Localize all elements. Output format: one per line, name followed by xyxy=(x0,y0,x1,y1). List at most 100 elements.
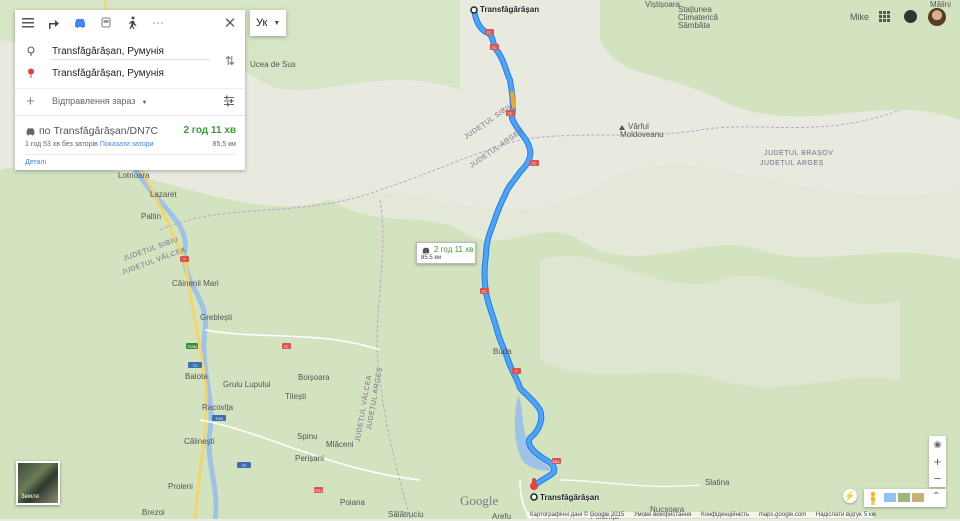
destination-marker-icon xyxy=(28,68,34,78)
route-details-link[interactable]: Деталі xyxy=(25,159,46,166)
place-label: Lotrioara xyxy=(118,171,150,180)
place-label: Vârful xyxy=(628,122,649,131)
user-name[interactable]: Mike xyxy=(850,12,869,22)
place-label: Spinu xyxy=(297,432,318,441)
county-label: JUDEȚUL ARGEȘ xyxy=(760,160,824,167)
imagery-thumbnail[interactable] xyxy=(898,493,910,502)
map-scale: 5 км xyxy=(864,512,876,518)
road-shield-label: 7C xyxy=(283,344,288,349)
origin-row[interactable]: Transfăgărășan, Румунія xyxy=(15,40,245,62)
imagery-thumbnail[interactable] xyxy=(912,493,924,502)
walk-icon xyxy=(129,16,137,29)
attribution: Картографічні дані © Google 2015 xyxy=(530,512,625,518)
place-label: Viștișoara xyxy=(645,0,680,9)
route-name-text: по Transfăgărășan/DN7C xyxy=(39,125,159,137)
place-label: Sălătruciu xyxy=(388,510,424,519)
compass-icon: ⚡ xyxy=(844,491,856,501)
close-directions-button[interactable]: ✕ xyxy=(221,14,239,32)
directions-icon xyxy=(49,20,59,29)
show-traffic-link[interactable]: Показати затори xyxy=(100,141,154,148)
add-destination-button[interactable]: + xyxy=(26,93,35,110)
compass-button[interactable]: ⚡ xyxy=(843,489,857,503)
language-label: Ук xyxy=(256,17,268,29)
directions-panel: ✕ Transfăgărășan, Румунія Transfăgărășan… xyxy=(15,10,245,170)
route-options-icon[interactable] xyxy=(223,95,235,107)
swap-button[interactable]: ⇅ xyxy=(225,54,235,68)
popup-travel-time: 2 год 11 хв xyxy=(434,245,474,254)
notifications-icon[interactable] xyxy=(904,10,917,23)
zoom-controls: ◉ + − xyxy=(929,436,946,487)
destination-row[interactable]: Transfăgărășan, Румунія xyxy=(15,62,245,84)
place-label: Călinești xyxy=(184,437,215,446)
road-shield-label: E81 xyxy=(552,459,560,464)
earth-view-toggle[interactable]: Земля xyxy=(16,461,60,505)
site-link[interactable]: maps.google.com xyxy=(759,512,806,518)
more-icon xyxy=(153,22,163,24)
road-shield-label: 703I xyxy=(215,416,223,421)
pegman-icon[interactable] xyxy=(868,491,878,505)
street-view-bar[interactable]: ⌃ xyxy=(864,489,946,507)
place-label: Greblești xyxy=(200,313,233,322)
mode-best-button[interactable] xyxy=(41,10,67,36)
route-without-traffic: 1 год 53 хв без заторів xyxy=(25,141,98,148)
menu-button[interactable] xyxy=(15,10,41,36)
imagery-thumbnail[interactable] xyxy=(884,493,896,502)
mode-walk-button[interactable] xyxy=(119,10,145,36)
end-place-label: Transfăgărășan xyxy=(540,493,600,502)
transit-icon xyxy=(101,17,111,28)
travel-mode-bar: ✕ xyxy=(15,10,245,36)
road-shield-label: 7C xyxy=(192,363,197,368)
place-label: Slatina xyxy=(705,478,730,487)
place-label: Proieni xyxy=(168,482,193,491)
place-label: Racovița xyxy=(202,403,234,412)
place-label: Arefu xyxy=(492,512,512,521)
place-label: Moldoveanu xyxy=(620,130,664,139)
zoom-in-button[interactable]: + xyxy=(929,453,946,470)
chevron-down-icon: ▼ xyxy=(273,19,281,27)
plus-icon: + xyxy=(933,454,942,469)
my-location-button[interactable]: ◉ xyxy=(929,436,946,453)
origin-field[interactable]: Transfăgărășan, Румунія xyxy=(52,46,164,57)
mode-transit-button[interactable] xyxy=(93,10,119,36)
destination-field[interactable]: Transfăgărășan, Румунія xyxy=(52,68,164,79)
mode-car-button[interactable] xyxy=(67,10,93,36)
car-icon xyxy=(422,247,430,254)
feedback-link[interactable]: Надіслати відгук xyxy=(816,512,862,518)
swap-icon: ⇅ xyxy=(224,54,235,68)
origin-marker-icon xyxy=(27,46,35,56)
avatar[interactable] xyxy=(928,8,946,26)
earth-label: Земля xyxy=(21,494,39,500)
place-label: Titești xyxy=(285,392,307,401)
minus-icon: − xyxy=(933,471,942,486)
road-shield-label: 7C xyxy=(491,45,496,50)
zoom-out-button[interactable]: − xyxy=(929,470,946,487)
place-label: Lazaret xyxy=(150,190,177,199)
road-shield-label: 703J xyxy=(314,488,323,493)
apps-grid-icon[interactable] xyxy=(879,11,890,22)
road-shield-label: 703M xyxy=(187,344,197,349)
route-option-card[interactable]: по Transfăgărășan/DN7C 2 год 11 хв 1 год… xyxy=(15,115,245,170)
road-shield-label: 7C xyxy=(531,161,536,166)
divider xyxy=(25,154,236,155)
place-label: Gruiu Lupului xyxy=(223,380,271,389)
depart-time-dropdown[interactable]: Відправлення зараз ▼ xyxy=(52,96,147,106)
place-label: Perișani xyxy=(295,454,324,463)
close-icon: ✕ xyxy=(223,15,237,32)
place-label: Stațiunea Climaterică Sâmbăta xyxy=(678,5,719,30)
car-icon xyxy=(75,19,85,28)
mode-more-button[interactable] xyxy=(145,10,171,36)
car-icon xyxy=(26,127,35,135)
expand-icon[interactable]: ⌃ xyxy=(932,491,940,502)
route-time-popup[interactable]: 2 год 11 хв 85.5 км xyxy=(416,242,476,264)
place-label: Poiana xyxy=(340,498,365,507)
terms-link[interactable]: Умови використання xyxy=(634,512,691,518)
privacy-link[interactable]: Конфіденційність xyxy=(701,512,749,518)
road-shield-label: 7C xyxy=(486,30,491,35)
popup-distance: 85.5 км xyxy=(421,255,442,261)
language-select[interactable]: Ук ▼ xyxy=(250,10,286,36)
map-footer: Картографічні дані © Google 2015 Умови в… xyxy=(527,512,873,518)
origin-underline xyxy=(52,59,210,60)
start-place-label: Transfăgărășan xyxy=(480,5,540,14)
route-distance: 85,5 км xyxy=(212,141,236,148)
place-label: Buda xyxy=(493,347,512,356)
